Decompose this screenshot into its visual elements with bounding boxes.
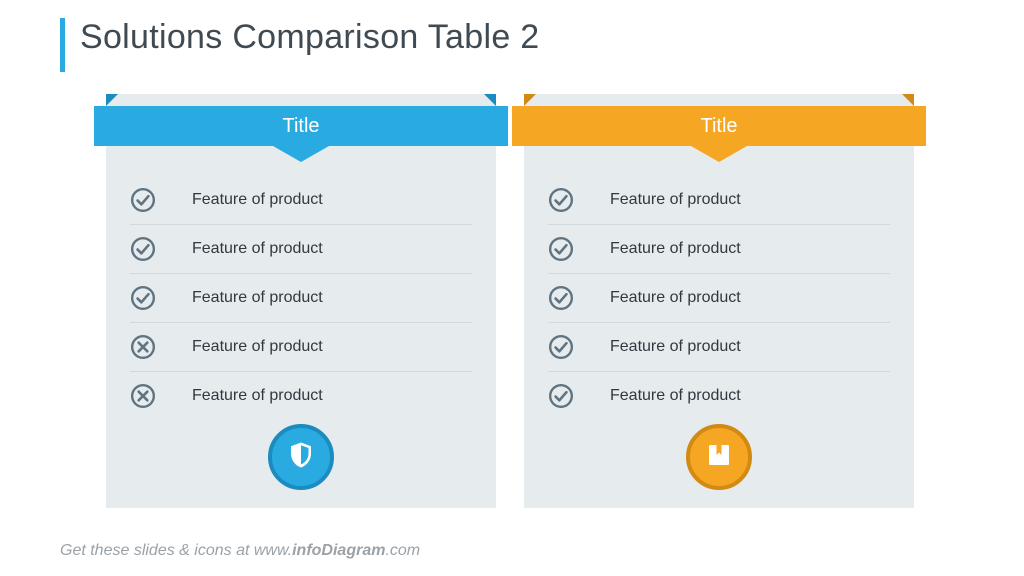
check-icon (130, 285, 156, 311)
feature-label: Feature of product (192, 191, 323, 209)
ribbon-fold-right (484, 94, 496, 106)
cross-icon (130, 383, 156, 409)
feature-label: Feature of product (192, 240, 323, 258)
card-ribbon: Title (94, 106, 508, 146)
bookmark-box-icon (704, 440, 734, 475)
ribbon-notch (273, 146, 329, 162)
feature-row: Feature of product (548, 176, 890, 225)
comparison-card: Title Feature of product Feature of prod… (524, 94, 914, 508)
card-ribbon: Title (512, 106, 926, 146)
footer-suffix: .com (385, 542, 420, 559)
feature-row: Feature of product (548, 323, 890, 372)
feature-label: Feature of product (610, 240, 741, 258)
feature-row: Feature of product (130, 372, 472, 420)
check-icon (130, 187, 156, 213)
feature-label: Feature of product (610, 191, 741, 209)
feature-row: Feature of product (130, 225, 472, 274)
slide: Solutions Comparison Table 2 Title Featu… (0, 0, 1024, 576)
ribbon-fold-left (106, 94, 118, 106)
check-icon (548, 187, 574, 213)
bookmark-badge (686, 424, 752, 490)
ribbon-fold-right (902, 94, 914, 106)
feature-label: Feature of product (192, 338, 323, 356)
feature-label: Feature of product (610, 289, 741, 307)
footer-attribution: Get these slides & icons at www.infoDiag… (60, 542, 420, 560)
check-icon (548, 285, 574, 311)
feature-label: Feature of product (610, 338, 741, 356)
footer-brand: infoDiagram (292, 542, 385, 559)
page-title: Solutions Comparison Table 2 (80, 18, 539, 57)
ribbon-notch (691, 146, 747, 162)
feature-label: Feature of product (192, 289, 323, 307)
cards-container: Title Feature of product Feature of prod… (106, 94, 914, 508)
check-icon (548, 334, 574, 360)
shield-badge (268, 424, 334, 490)
feature-row: Feature of product (548, 274, 890, 323)
feature-label: Feature of product (192, 387, 323, 405)
feature-label: Feature of product (610, 387, 741, 405)
feature-list: Feature of product Feature of product Fe… (130, 176, 472, 420)
feature-row: Feature of product (130, 274, 472, 323)
feature-list: Feature of product Feature of product Fe… (548, 176, 890, 420)
ribbon-fold-left (524, 94, 536, 106)
card-title: Title (700, 115, 737, 138)
feature-row: Feature of product (130, 323, 472, 372)
footer-prefix: Get these slides & icons at www. (60, 542, 292, 559)
title-accent-bar (60, 18, 65, 72)
cross-icon (130, 334, 156, 360)
feature-row: Feature of product (548, 372, 890, 420)
check-icon (548, 236, 574, 262)
comparison-card: Title Feature of product Feature of prod… (106, 94, 496, 508)
shield-icon (286, 440, 316, 475)
check-icon (130, 236, 156, 262)
feature-row: Feature of product (130, 176, 472, 225)
check-icon (548, 383, 574, 409)
feature-row: Feature of product (548, 225, 890, 274)
card-title: Title (282, 115, 319, 138)
